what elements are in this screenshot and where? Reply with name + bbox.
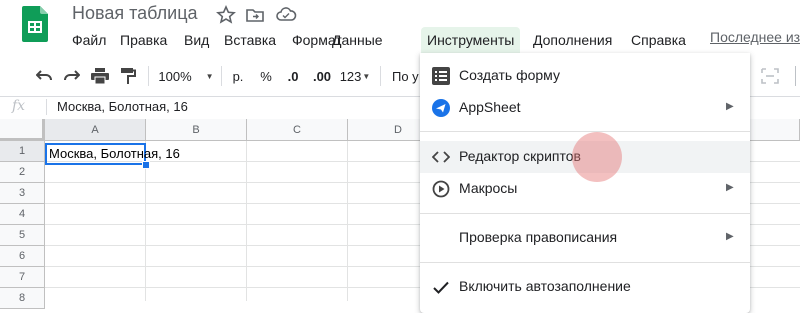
decrease-decimal-label: .0 <box>287 68 299 84</box>
paint-format-icon[interactable] <box>118 62 138 90</box>
appsheet-icon <box>432 99 450 117</box>
row-header-7[interactable]: 7 <box>0 267 45 288</box>
undo-icon[interactable] <box>34 62 54 90</box>
percent-button[interactable]: % <box>256 62 276 90</box>
star-icon[interactable] <box>216 5 236 25</box>
menu-file[interactable]: Файл <box>66 27 112 53</box>
chevron-down-icon: ▼ <box>205 71 214 81</box>
last-edit-link[interactable]: Последнее из <box>710 29 800 45</box>
macros-play-icon <box>432 180 450 198</box>
row-header-3[interactable]: 3 <box>0 183 45 204</box>
column-header-b[interactable]: B <box>146 119 247 141</box>
row-header-4[interactable]: 4 <box>0 204 45 225</box>
menu-item-appsheet[interactable]: AppSheet ▶ <box>420 92 750 124</box>
document-title[interactable]: Новая таблица <box>72 3 198 24</box>
grid-line <box>347 141 348 301</box>
sheets-logo-icon[interactable] <box>22 6 48 42</box>
menu-item-label: AppSheet <box>459 99 521 115</box>
column-header-a[interactable]: A <box>45 119 146 141</box>
move-to-folder-icon[interactable] <box>245 5 265 25</box>
submenu-arrow-icon: ▶ <box>726 182 734 193</box>
menu-divider <box>420 131 750 132</box>
row-header-2[interactable]: 2 <box>0 162 45 183</box>
cloud-status-icon[interactable] <box>275 5 297 25</box>
row-header-1[interactable]: 1 <box>0 141 45 162</box>
checkmark-icon <box>432 278 450 296</box>
form-icon <box>432 67 450 85</box>
redo-icon[interactable] <box>62 62 82 90</box>
submenu-arrow-icon: ▶ <box>726 231 734 242</box>
increase-decimal-button[interactable]: .00 <box>310 62 334 90</box>
toolbar-divider <box>221 66 222 86</box>
font-select[interactable]: По у <box>392 62 420 90</box>
menu-divider <box>420 262 750 263</box>
row-header-6[interactable]: 6 <box>0 246 45 267</box>
currency-label: р. <box>232 68 244 84</box>
row-header-5[interactable]: 5 <box>0 225 45 246</box>
formula-input[interactable]: Москва, Болотная, 16 <box>57 99 188 114</box>
zoom-select[interactable]: 100% ▼ <box>156 62 216 90</box>
code-icon <box>432 148 450 166</box>
menu-tools[interactable]: Инструменты <box>421 27 521 53</box>
cell-a1[interactable]: Москва, Болотная, 16 <box>45 143 180 165</box>
click-indicator <box>572 132 622 182</box>
decrease-decimal-button[interactable]: .0 <box>282 62 304 90</box>
merge-cells-icon[interactable] <box>760 62 780 90</box>
column-header-c[interactable]: C <box>247 119 348 141</box>
menu-addons[interactable]: Дополнения <box>527 27 618 53</box>
toolbar-overflow[interactable] <box>790 62 800 90</box>
menu-item-create-form[interactable]: Создать форму <box>420 60 750 92</box>
percent-label: % <box>260 68 272 84</box>
menu-item-label: Проверка правописания <box>459 229 618 245</box>
menu-help[interactable]: Справка <box>625 27 692 53</box>
print-icon[interactable] <box>90 62 110 90</box>
fill-handle[interactable] <box>142 161 150 169</box>
toolbar-divider <box>148 66 149 86</box>
menu-item-label: Создать форму <box>459 67 560 83</box>
formula-bar-divider <box>46 99 47 115</box>
fx-icon: fx <box>12 98 26 114</box>
menu-view[interactable]: Вид <box>178 27 215 53</box>
more-formats-button[interactable]: 123 ▼ <box>338 62 372 90</box>
increase-decimal-label: .00 <box>312 68 332 84</box>
grid-line <box>246 141 247 301</box>
currency-button[interactable]: р. <box>228 62 248 90</box>
menu-item-autocomplete[interactable]: Включить автозаполнение <box>420 271 750 303</box>
menu-item-spellcheck[interactable]: Проверка правописания ▶ <box>420 222 750 254</box>
font-value: По у <box>392 68 419 84</box>
submenu-arrow-icon: ▶ <box>726 101 734 112</box>
chevron-down-icon: ▼ <box>362 71 371 81</box>
row-header-8[interactable]: 8 <box>0 288 45 309</box>
menu-item-label: Редактор скриптов <box>459 148 581 164</box>
toolbar-divider <box>380 66 381 86</box>
zoom-value: 100% <box>158 68 192 84</box>
menu-divider <box>420 213 750 214</box>
menu-edit[interactable]: Правка <box>114 27 173 53</box>
tools-menu: Создать форму AppSheet ▶ Редактор скрипт… <box>420 53 750 313</box>
menu-item-label: Включить автозаполнение <box>459 278 631 294</box>
menu-insert[interactable]: Вставка <box>218 27 282 53</box>
menu-data[interactable]: Данные <box>326 27 389 53</box>
menu-item-label: Макросы <box>459 180 518 196</box>
more-formats-label: 123 <box>339 68 362 84</box>
select-all-corner[interactable] <box>0 119 45 141</box>
